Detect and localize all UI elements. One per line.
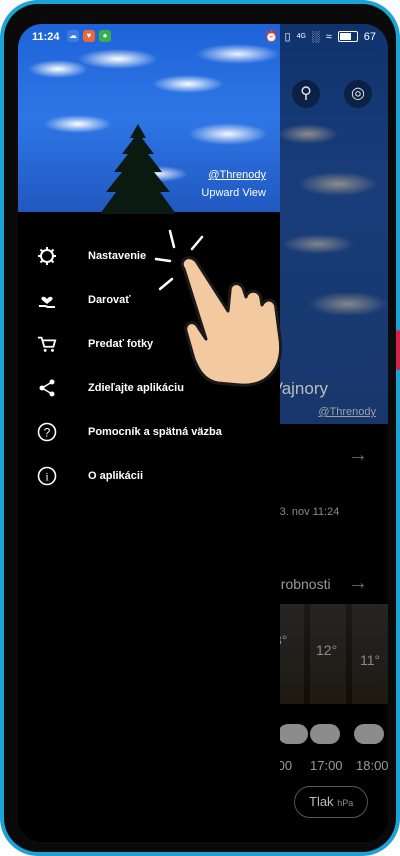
signal-icon: ░	[311, 30, 320, 43]
wifi-icon: ≈	[325, 30, 332, 43]
battery-percent: 67	[363, 30, 376, 43]
battery-icon	[337, 31, 358, 42]
details-arrow-icon[interactable]: →	[348, 572, 368, 595]
gear-icon	[37, 246, 57, 266]
menu-item-label: O aplikácii	[88, 470, 144, 482]
hourly-chart: 8° 12° 11°	[268, 604, 388, 704]
battery-level	[339, 33, 351, 40]
vibrate-icon: ▯	[284, 31, 291, 43]
phone-inner-bezel: ⚲ ◎ va-Vajnory @Threnody → st 3. nov 11:…	[4, 4, 396, 852]
hero-caption: Upward View	[201, 187, 266, 199]
status-bar: 11:24 ☁ ♥ ● ⏰ ▯ 4G ░ ≈ 67	[18, 24, 388, 50]
temperature-value: 12°	[316, 642, 338, 658]
screen: ⚲ ◎ va-Vajnory @Threnody → st 3. nov 11:…	[18, 24, 388, 842]
app-notification-icon: ♥	[83, 30, 95, 42]
photo-credit[interactable]: @Threnody	[318, 406, 376, 418]
app-notification-icon: ●	[99, 30, 111, 42]
temperature-value: 11°	[360, 652, 381, 668]
cart-icon	[37, 334, 57, 354]
donate-heart-icon	[37, 290, 57, 310]
menu-item-about[interactable]: i O aplikácii	[18, 454, 280, 498]
pressure-unit: hPa	[337, 798, 354, 808]
arrow-right-icon[interactable]: →	[348, 444, 368, 467]
svg-text:?: ?	[44, 426, 51, 440]
menu-item-label: Nastavenie	[88, 250, 147, 262]
hour-label: 17:00	[310, 758, 343, 773]
menu-item-label: Predať fotky	[88, 338, 154, 350]
status-time: 11:24	[32, 31, 60, 43]
app-notification-icon: ☁	[67, 30, 79, 42]
hero-credit-link[interactable]: @Threnody	[208, 169, 266, 181]
pressure-label: Tlak	[309, 794, 334, 809]
cloud-icon	[310, 724, 340, 744]
drawer-header-photo: @Threnody Upward View	[18, 24, 280, 214]
cloud-icon	[354, 724, 384, 744]
search-icon[interactable]: ⚲	[292, 80, 320, 108]
status-icons: ⏰ ▯ 4G ░ ≈ 67	[264, 30, 376, 44]
phone-frame: ⚲ ◎ va-Vajnory @Threnody → st 3. nov 11:…	[0, 0, 400, 856]
details-label[interactable]: drobnosti	[273, 576, 331, 592]
navigation-drawer: @Threnody Upward View 11:24 ☁ ♥ ● ⏰ ▯ 4G…	[18, 24, 376, 842]
menu-item-label: Pomocník a spätná väzba	[88, 426, 222, 438]
tap-hand-icon	[154, 229, 283, 387]
svg-text:i: i	[45, 470, 49, 484]
pressure-chip[interactable]: Tlak hPa	[294, 786, 369, 818]
share-icon	[37, 378, 57, 398]
tree-silhouette	[100, 124, 176, 214]
side-button	[396, 330, 400, 370]
cloud-icon	[278, 724, 308, 744]
alarm-icon: ⏰	[264, 31, 279, 43]
menu-item-help-feedback[interactable]: ? Pomocník a spätná väzba	[18, 410, 280, 454]
hour-label: 18:00	[356, 758, 388, 773]
info-icon: i	[37, 466, 57, 486]
location-target-icon[interactable]: ◎	[344, 80, 372, 108]
help-icon: ?	[37, 422, 57, 442]
network-type: 4G	[296, 33, 306, 40]
menu-item-label: Darovať	[88, 294, 131, 306]
